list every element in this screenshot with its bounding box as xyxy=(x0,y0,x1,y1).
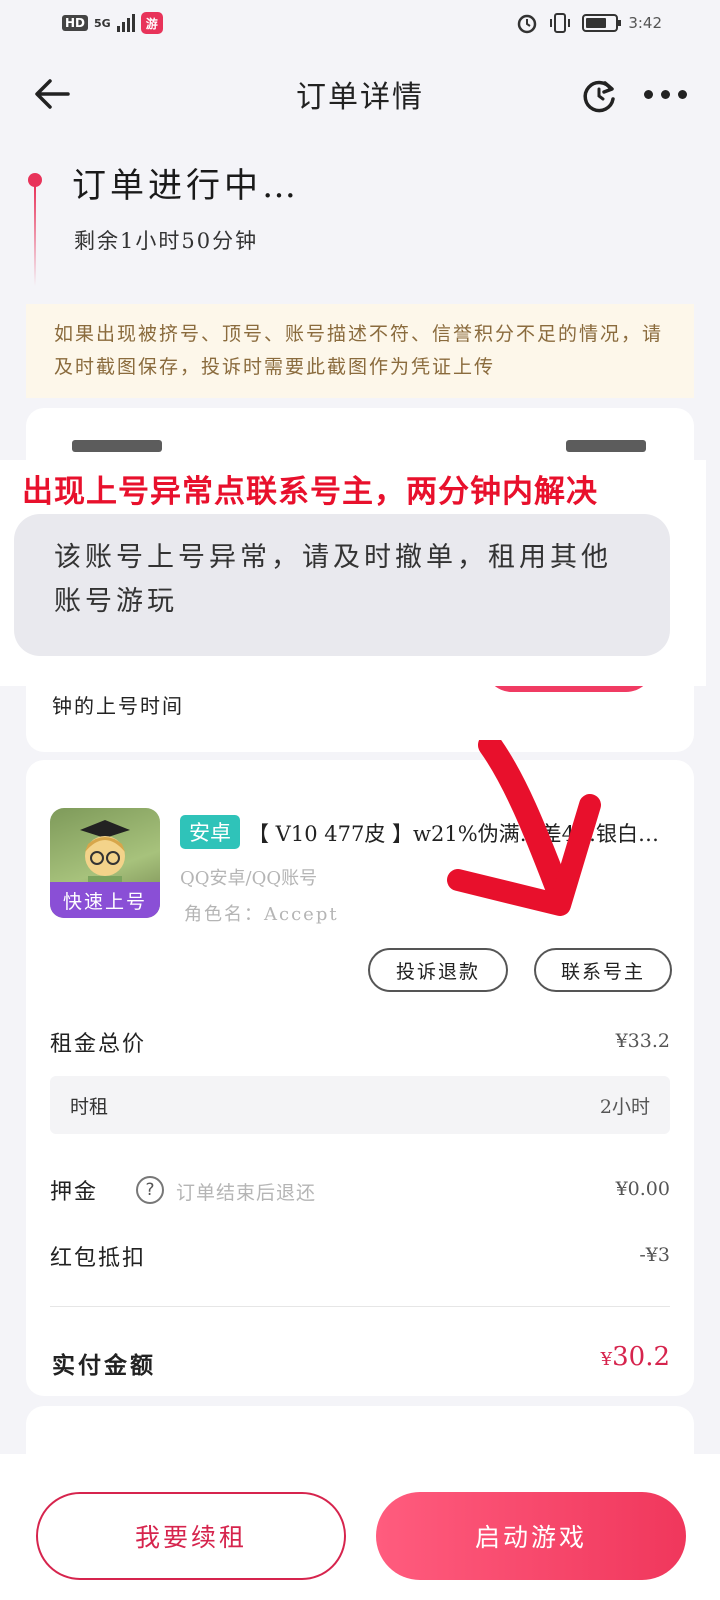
order-status-title: 订单进行中… xyxy=(72,166,300,206)
hourly-rent-label: 时租 xyxy=(70,1096,109,1118)
paid-amount-value: ¥30.2 xyxy=(601,1342,670,1372)
order-remaining-time: 剩余1小时50分钟 xyxy=(74,229,259,253)
status-bar-left: HD 5G 游 xyxy=(62,12,163,34)
error-toast: 该账号上号异常，请及时撤单，租用其他账号游玩 xyxy=(14,514,670,656)
role-name: 角色名：Accept xyxy=(184,904,339,925)
quick-login-tag: 快速上号 xyxy=(50,882,160,918)
battery-icon xyxy=(582,14,622,32)
network-indicator: 5G xyxy=(94,16,111,30)
deposit-value: ¥0.00 xyxy=(615,1178,670,1200)
rent-total-value: ¥33.2 xyxy=(615,1030,670,1052)
refresh-icon[interactable] xyxy=(578,74,620,116)
vibrate-icon xyxy=(550,13,571,33)
deposit-label: 押金 xyxy=(50,1180,99,1205)
start-game-button[interactable]: 启动游戏 xyxy=(376,1492,686,1580)
renew-button[interactable]: 我要续租 xyxy=(36,1492,346,1580)
alarm-icon xyxy=(518,14,537,34)
status-bar-right: 3:42 xyxy=(516,12,662,34)
status-timeline-line xyxy=(34,186,36,286)
warning-notice: 如果出现被挤号、顶号、账号描述不符、信誉积分不足的情况，请及时截图保存，投诉时需… xyxy=(26,304,694,398)
contact-owner-button[interactable]: 联系号主 xyxy=(534,948,672,992)
complain-refund-button[interactable]: 投诉退款 xyxy=(368,948,508,992)
signal-icon xyxy=(116,14,135,32)
more-options-icon[interactable] xyxy=(644,82,692,106)
red-packet-value: -¥3 xyxy=(639,1244,670,1266)
clock: 3:42 xyxy=(628,14,662,32)
hd-indicator: HD xyxy=(62,15,89,31)
paid-amount-number: 30.2 xyxy=(612,1342,670,1372)
app-notification-icon: 游 xyxy=(140,12,163,34)
platform-badge: 安卓 xyxy=(180,815,240,849)
divider xyxy=(50,1306,670,1307)
hourly-rent-value: 2小时 xyxy=(599,1096,650,1118)
annotation-headline: 出现上号异常点联系号主，两分钟内解决 xyxy=(22,474,598,510)
login-time-text: 钟的上号时间 xyxy=(52,694,184,718)
card-hidden-value xyxy=(566,440,646,452)
rent-total-label: 租金总价 xyxy=(50,1032,147,1057)
paid-amount-label: 实付金额 xyxy=(52,1352,156,1379)
account-type: QQ安卓/QQ账号 xyxy=(180,868,318,889)
card-hidden-label xyxy=(72,440,162,452)
rent-detail-row xyxy=(50,1076,670,1134)
deposit-note: 订单结束后退还 xyxy=(176,1182,317,1204)
product-title[interactable]: 【 V10 477皮 】w21%伪满…差4…银白%… xyxy=(248,818,666,848)
status-timeline-dot xyxy=(28,173,42,187)
red-packet-label: 红包抵扣 xyxy=(50,1246,147,1271)
help-question-icon[interactable]: ? xyxy=(136,1176,164,1204)
currency-symbol: ¥ xyxy=(600,1349,613,1370)
